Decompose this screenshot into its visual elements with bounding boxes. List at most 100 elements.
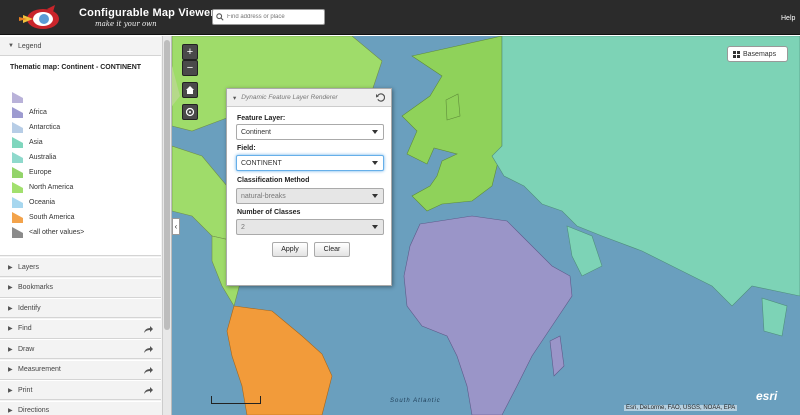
legend-item-label: Asia <box>29 139 43 146</box>
legend-item-label: Australia <box>29 154 57 161</box>
legend-item: Australia <box>12 152 56 163</box>
reset-icon[interactable] <box>376 93 385 102</box>
apply-button[interactable]: Apply <box>272 242 308 257</box>
collapse-sidebar-button[interactable]: ‹ <box>172 218 180 235</box>
classes-value: 2 <box>241 223 245 231</box>
map-attribution: Esri, DeLorme, FAO, USGS, NOAA, EPA <box>624 405 738 411</box>
classification-value: natural-breaks <box>241 192 286 200</box>
legend-title: Thematic map: Continent - CONTINENT <box>10 64 142 71</box>
classification-select[interactable]: natural-breaks <box>236 188 384 204</box>
chevron-down-icon <box>372 225 378 229</box>
sidebar-panel-bookmarks[interactable]: ▶ Bookmarks <box>0 277 161 298</box>
dynamic-feature-layer-panel: ▾ Dynamic Feature Layer Renderer Feature… <box>226 88 392 286</box>
legend-swatch <box>12 182 23 193</box>
legend-item-label: Europe <box>29 169 52 176</box>
caret-right-icon: ▶ <box>8 326 13 332</box>
legend-item-label: Oceania <box>29 199 56 206</box>
caret-right-icon: ▶ <box>8 305 13 312</box>
caret-right-icon: ▶ <box>8 367 13 373</box>
clear-button[interactable]: Clear <box>314 242 350 257</box>
grid-icon <box>733 50 740 58</box>
legend-item: Europe <box>12 167 52 178</box>
search-icon[interactable] <box>213 10 227 24</box>
sidebar-scrollbar[interactable] <box>162 36 171 415</box>
sidebar-panel-draw[interactable]: ▶ Draw <box>0 339 161 359</box>
legend-panel-label: Legend <box>18 42 42 50</box>
field-label: Field: <box>237 145 256 152</box>
caret-right-icon: ▶ <box>8 346 13 353</box>
search-input[interactable] <box>227 14 321 20</box>
legend-item-label: North America <box>29 184 74 191</box>
legend-item-label: <all other values> <box>29 229 85 236</box>
sidebar-panel-label: Draw <box>18 345 35 353</box>
sidebar-panel-label: Layers <box>18 263 40 271</box>
share-arrow-icon[interactable] <box>143 385 153 395</box>
app-title: Configurable Map Viewer <box>79 7 215 19</box>
zoom-in-button[interactable]: + <box>182 44 198 60</box>
sidebar-panel-label: Identify <box>18 304 41 312</box>
feature-layer-select[interactable]: Continent <box>236 124 384 140</box>
sidebar-panel-label: Directions <box>18 407 50 414</box>
sidebar-panel-label: Find <box>18 325 32 332</box>
legend-panel-header[interactable]: ▼ Legend <box>0 36 161 56</box>
locate-button[interactable] <box>182 104 198 120</box>
help-link[interactable]: Help <box>781 15 795 22</box>
legend-item: Oceania <box>12 197 55 208</box>
search-box[interactable] <box>212 9 325 25</box>
field-select[interactable]: CONTINENT <box>236 155 384 171</box>
feature-layer-value: Continent <box>241 128 271 136</box>
legend-swatch <box>12 212 23 223</box>
locate-icon <box>185 107 195 117</box>
legend-swatch <box>12 167 23 178</box>
chevron-down-icon <box>372 161 378 165</box>
chevron-left-icon: ‹ <box>174 222 178 231</box>
share-arrow-icon[interactable] <box>143 365 153 375</box>
legend-item-label: South America <box>29 214 75 221</box>
feature-layer-label: Feature Layer: <box>237 115 286 122</box>
sidebar-panel-identify[interactable]: ▶ Identify <box>0 298 161 318</box>
esri-logo: esri <box>756 389 778 403</box>
share-arrow-icon[interactable] <box>143 324 153 334</box>
caret-right-icon: ▶ <box>8 408 13 414</box>
dfl-panel-header[interactable]: ▾ Dynamic Feature Layer Renderer <box>227 89 391 107</box>
classes-label: Number of Classes <box>237 209 301 216</box>
sidebar-panel-find[interactable]: ▶ Find <box>0 318 161 339</box>
legend-swatch <box>12 92 23 103</box>
basemaps-button[interactable]: Basemaps <box>727 46 788 62</box>
classification-label: Classification Method <box>237 177 310 184</box>
sidebar-panel-label: Print <box>18 386 33 394</box>
caret-down-icon: ▼ <box>8 43 14 49</box>
legend-item: Antarctica <box>12 122 60 133</box>
home-icon <box>186 86 194 94</box>
zoom-out-button[interactable]: − <box>182 60 198 76</box>
scrollbar-thumb[interactable] <box>164 40 170 330</box>
legend-swatch <box>12 197 23 208</box>
sidebar-panel-print[interactable]: ▶ Print <box>0 380 161 400</box>
sidebar: ▼ Legend Thematic map: Continent - CONTI… <box>0 36 172 415</box>
legend-item: Africa <box>12 107 47 118</box>
field-value: CONTINENT <box>241 159 282 167</box>
legend-item: South America <box>12 212 75 223</box>
rocket-logo-icon <box>19 5 59 29</box>
legend-item: North America <box>12 182 73 193</box>
scale-bar <box>211 396 261 404</box>
classes-select[interactable]: 2 <box>236 219 384 235</box>
chevron-down-icon <box>372 130 378 134</box>
ocean-label: South Atlantic <box>390 398 441 404</box>
legend-item: Asia <box>12 137 43 148</box>
caret-down-icon: ▾ <box>233 94 237 102</box>
legend-item <box>12 92 29 103</box>
legend-item-label: Africa <box>29 109 47 116</box>
legend-body: Thematic map: Continent - CONTINENT Afri… <box>0 56 161 256</box>
sidebar-panel-measurement[interactable]: ▶ Measurement <box>0 359 161 380</box>
legend-swatch <box>12 137 23 148</box>
basemaps-label: Basemaps <box>743 50 777 58</box>
sidebar-panel-layers[interactable]: ▶ Layers <box>0 257 161 277</box>
app: Configurable Map Viewer make it your own… <box>0 0 800 415</box>
home-button[interactable] <box>182 82 198 98</box>
legend-swatch <box>12 227 23 238</box>
sidebar-panel-directions[interactable]: ▶ Directions <box>0 400 161 415</box>
chevron-down-icon <box>372 194 378 198</box>
share-arrow-icon[interactable] <box>143 344 153 354</box>
legend-swatch <box>12 152 23 163</box>
